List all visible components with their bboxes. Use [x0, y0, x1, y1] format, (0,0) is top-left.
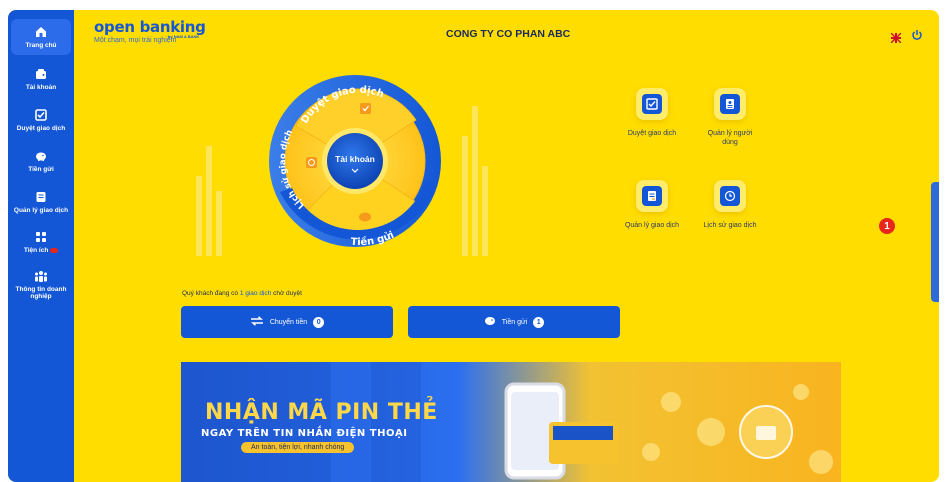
uk-flag-icon[interactable]: [890, 30, 902, 44]
home-icon: [34, 25, 48, 39]
sidebar-item-transactions[interactable]: Quản lý giao dịch: [8, 190, 74, 214]
sidebar-item-label: Tiền gửi: [28, 166, 54, 173]
transfer-button[interactable]: Chuyển tiền 0: [181, 306, 393, 338]
document-icon: [34, 190, 48, 204]
transfer-count-badge: 0: [313, 316, 325, 328]
sidebar-item-home[interactable]: Trang chủ: [11, 19, 71, 55]
sidebar-item-utilities[interactable]: Tiện ích: [8, 230, 74, 254]
sidebar-item-deposit[interactable]: Tiền gửi: [8, 149, 74, 173]
piggy-bank-icon: [484, 316, 496, 328]
sidebar-item-label: Tài khoản: [25, 84, 57, 91]
quick-action-approve[interactable]: Duyệt giao dịch: [612, 88, 692, 138]
power-icon[interactable]: [911, 28, 923, 40]
service-wheel: Duyệt giao dịch Lịch sử giao dịch Tiền g…: [266, 72, 444, 250]
quick-action-tile: [714, 88, 746, 120]
logo[interactable]: open banking by NAM A BANK Một chạm, mọi…: [94, 18, 206, 44]
sidebar-item-label: Thông tin doanh nghiệp: [15, 286, 67, 300]
deposit-count-badge: 1: [533, 316, 545, 328]
pending-link[interactable]: 1 giao dịch: [240, 290, 271, 297]
sidebar-item-label: Trang chủ: [25, 42, 57, 49]
wheel-center-label[interactable]: Tài khoản: [324, 154, 386, 164]
user-card-icon: [720, 94, 740, 114]
banner-headline: NHẬN MÃ PIN THẺ: [205, 400, 438, 425]
sidebar-item-business-info[interactable]: Thông tin doanh nghiệp: [8, 269, 74, 300]
pending-notice: Quý khách đang có 1 giao dịch chờ duyệt: [182, 290, 302, 297]
sidebar-item-label: Duyệt giao dịch: [16, 125, 66, 132]
deposit-label: Tiền gửi: [501, 318, 528, 326]
decorative-bars-right: [462, 106, 488, 256]
checklist-icon: [34, 108, 48, 122]
quick-action-label: Lịch sử giao dịch: [703, 222, 757, 229]
sidebar-item-approve[interactable]: Duyệt giao dịch: [8, 108, 74, 132]
promo-banner[interactable]: NHẬN MÃ PIN THẺ NGAY TRÊN TIN NHẮN ĐIỆN …: [181, 362, 841, 482]
notification-badge[interactable]: 1: [879, 218, 895, 234]
quick-action-tile: [714, 180, 746, 212]
document-icon: [642, 186, 662, 206]
quick-action-label: Quản lý người dùng: [707, 130, 753, 146]
quick-action-label: Quản lý giao dịch: [624, 222, 680, 229]
sidebar-item-label: Tiện ích: [24, 247, 59, 254]
quick-action-label: Duyệt giao dịch: [627, 130, 677, 137]
piggy-bank-icon: [34, 149, 48, 163]
banner-subheadline: NGAY TRÊN TIN NHẮN ĐIỆN THOẠI: [201, 428, 408, 439]
logo-byline: by NAM A BANK: [168, 34, 200, 39]
quick-action-user-management[interactable]: Quản lý người dùng: [690, 88, 770, 147]
clock-icon: [720, 186, 740, 206]
grid-icon: [34, 230, 48, 244]
sidebar: Trang chủ Tài khoản Duyệt giao dịch Tiền…: [8, 10, 74, 482]
quick-action-transaction-management[interactable]: Quản lý giao dịch: [612, 180, 692, 230]
sidebar-item-label: Quản lý giao dịch: [13, 207, 69, 214]
quick-action-history[interactable]: Lịch sử giao dịch: [690, 180, 770, 230]
decorative-bars: [196, 146, 222, 256]
notice-prefix: Quý khách đang có: [182, 290, 239, 297]
quick-action-tile: [636, 180, 668, 212]
transfer-icon: [250, 316, 264, 328]
wallet-icon: [34, 67, 48, 81]
quick-action-tile: [636, 88, 668, 120]
side-feedback-tab[interactable]: [931, 182, 939, 302]
users-icon: [34, 269, 48, 283]
notice-suffix: chờ duyệt: [273, 290, 302, 297]
transfer-label: Chuyển tiền: [269, 318, 308, 326]
banner-tagline: An toàn, tiện lợi, nhanh chóng: [241, 442, 355, 453]
app-frame: Trang chủ Tài khoản Duyệt giao dịch Tiền…: [8, 10, 939, 482]
company-name: CONG TY CO PHAN ABC: [446, 28, 571, 40]
sidebar-item-account[interactable]: Tài khoản: [8, 67, 74, 91]
new-badge: [50, 247, 59, 253]
checklist-icon: [642, 94, 662, 114]
deposit-button[interactable]: Tiền gửi 1: [408, 306, 620, 338]
